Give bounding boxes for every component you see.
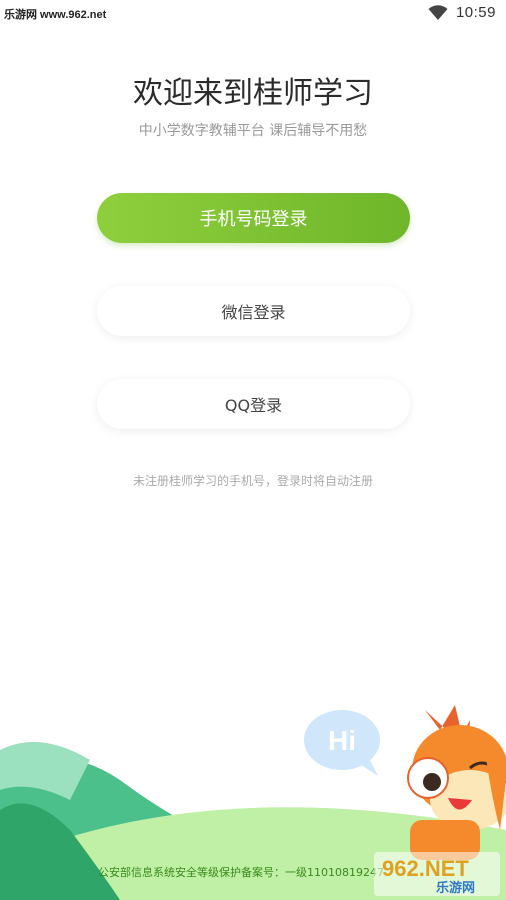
status-icons: 10:59 [428,4,496,21]
page-title: 欢迎来到桂师学习 [133,76,373,111]
wechat-login-button[interactable]: 微信登录 [97,286,410,336]
qq-login-button[interactable]: QQ登录 [97,379,410,429]
hi-text: Hi [328,725,356,756]
svg-text:962.NET: 962.NET [382,856,469,881]
phone-login-label: 手机号码登录 [199,209,308,230]
status-bar: 乐游网 www.962.net 10:59 [0,0,506,28]
svg-text:乐游网: 乐游网 [436,880,475,896]
phone-login-button[interactable]: 手机号码登录 [97,193,410,243]
status-time: 10:59 [455,4,496,21]
wifi-icon [428,4,448,20]
footer-record-text: 公安部信息系统安全等级保护备案号：一级11010819247 [98,866,384,879]
register-notice: 未注册桂师学习的手机号，登录时将自动注册 [132,474,373,488]
qq-login-label: QQ登录 [224,396,283,415]
page-subtitle: 中小学数字教辅平台 课后辅导不用愁 [138,123,368,139]
watermark-text: 乐游网 www.962.net [4,9,107,21]
wechat-login-label: 微信登录 [221,303,286,322]
site-logo: 962.NET 乐游网 [374,852,500,896]
